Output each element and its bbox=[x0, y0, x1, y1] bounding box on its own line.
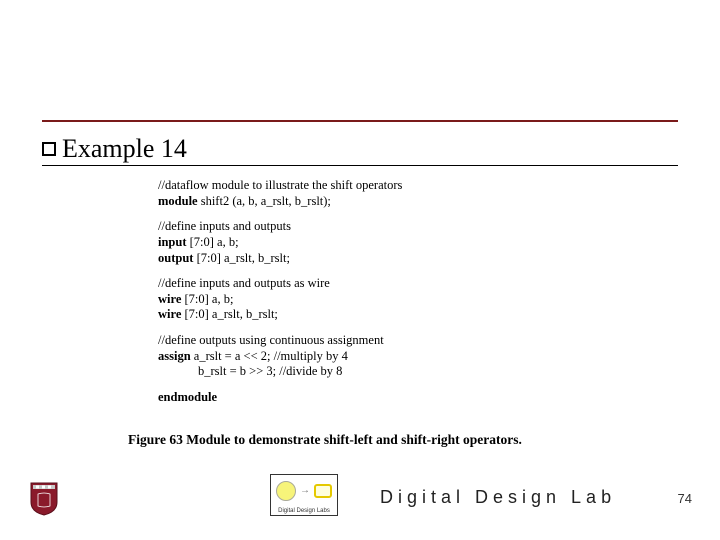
code-block: //dataflow module to illustrate the shif… bbox=[158, 178, 588, 406]
page-number: 74 bbox=[678, 491, 692, 506]
code-text: [7:0] a_rslt, b_rslt; bbox=[181, 307, 278, 321]
shield-icon bbox=[30, 482, 58, 516]
code-line: //define inputs and outputs as wire bbox=[158, 276, 588, 292]
code-line: wire [7:0] a, b; bbox=[158, 292, 588, 308]
code-text: a_rslt = a << 2; //multiply by 4 bbox=[191, 349, 348, 363]
code-text: [7:0] a, b; bbox=[181, 292, 233, 306]
keyword: module bbox=[158, 194, 198, 208]
keyword: endmodule bbox=[158, 390, 217, 404]
code-line: wire [7:0] a_rslt, b_rslt; bbox=[158, 307, 588, 323]
footer: → Digital Design Labs Digital Design Lab… bbox=[0, 476, 720, 516]
keyword: input bbox=[158, 235, 187, 249]
code-text: [7:0] a, b; bbox=[187, 235, 239, 249]
title-top-rule bbox=[42, 120, 678, 122]
code-line: //define inputs and outputs bbox=[158, 219, 588, 235]
code-line: //dataflow module to illustrate the shif… bbox=[158, 178, 588, 194]
square-bullet-icon bbox=[42, 142, 56, 156]
keyword: wire bbox=[158, 307, 181, 321]
footer-title: Digital Design Lab bbox=[380, 487, 616, 508]
lab-logo-text: Digital Design Labs bbox=[271, 508, 337, 514]
code-text: shift2 (a, b, a_rslt, b_rslt); bbox=[198, 194, 331, 208]
heading-row: Example 14 bbox=[42, 134, 187, 164]
code-line: endmodule bbox=[158, 390, 588, 406]
code-line: output [7:0] a_rslt, b_rslt; bbox=[158, 251, 588, 267]
figure-caption: Figure 63 Module to demonstrate shift-le… bbox=[128, 432, 522, 448]
code-line: input [7:0] a, b; bbox=[158, 235, 588, 251]
code-line: b_rslt = b >> 3; //divide by 8 bbox=[158, 364, 588, 380]
code-line: //define outputs using continuous assign… bbox=[158, 333, 588, 349]
keyword: assign bbox=[158, 349, 191, 363]
code-text: [7:0] a_rslt, b_rslt; bbox=[193, 251, 290, 265]
code-line: assign a_rslt = a << 2; //multiply by 4 bbox=[158, 349, 588, 365]
lab-logo-icon: → Digital Design Labs bbox=[270, 474, 338, 516]
title-under-rule bbox=[42, 165, 678, 166]
keyword: wire bbox=[158, 292, 181, 306]
keyword: output bbox=[158, 251, 193, 265]
heading-text: Example 14 bbox=[62, 134, 187, 164]
code-line: module shift2 (a, b, a_rslt, b_rslt); bbox=[158, 194, 588, 210]
